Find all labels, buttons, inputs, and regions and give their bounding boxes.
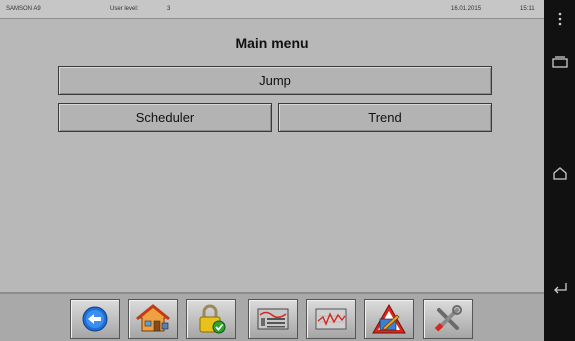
lock-check-icon xyxy=(199,304,226,334)
jump-button[interactable]: Jump xyxy=(58,66,492,95)
login-button[interactable] xyxy=(186,299,236,339)
scheduler-button-label: Scheduler xyxy=(135,110,195,125)
home-icon xyxy=(136,304,170,332)
device-name: SAMSON A9 xyxy=(6,6,41,12)
warning-alarm-icon xyxy=(372,303,406,334)
user-level-value: 3 xyxy=(167,6,171,12)
home-icon xyxy=(552,166,567,180)
device-display-icon xyxy=(257,308,289,330)
scheduler-button[interactable]: Scheduler xyxy=(58,103,272,132)
home-button[interactable] xyxy=(128,299,178,339)
bottom-toolbar xyxy=(0,292,544,341)
status-time: 15:11 xyxy=(520,6,535,12)
back-arrow-icon xyxy=(82,306,108,332)
android-home-button[interactable] xyxy=(551,165,568,182)
status-bar: SAMSON A9 User level: 3 16.01.2015 15:11 xyxy=(0,0,544,19)
trend-graph-icon xyxy=(315,308,347,330)
alarm-button[interactable] xyxy=(364,299,414,339)
device-view-button[interactable] xyxy=(248,299,298,339)
status-date: 16.01.2015 xyxy=(451,6,482,12)
recent-apps-icon xyxy=(551,55,568,68)
trend-view-button[interactable] xyxy=(306,299,356,339)
android-nav-bar xyxy=(544,0,575,341)
settings-tools-icon xyxy=(434,305,462,332)
user-level-label: User level: xyxy=(110,6,139,12)
recent-apps-button[interactable] xyxy=(551,53,568,70)
jump-button-label: Jump xyxy=(259,73,291,88)
back-button[interactable] xyxy=(70,299,120,339)
trend-button-label: Trend xyxy=(368,110,402,125)
overflow-menu-button[interactable] xyxy=(551,10,568,27)
android-back-button[interactable] xyxy=(551,278,568,295)
overflow-menu-icon xyxy=(558,12,561,25)
trend-button[interactable]: Trend xyxy=(278,103,492,132)
hmi-screen: SAMSON A9 User level: 3 16.01.2015 15:11… xyxy=(0,0,544,341)
settings-button[interactable] xyxy=(423,299,473,339)
back-icon xyxy=(553,282,567,293)
page-title: Main menu xyxy=(235,35,309,51)
